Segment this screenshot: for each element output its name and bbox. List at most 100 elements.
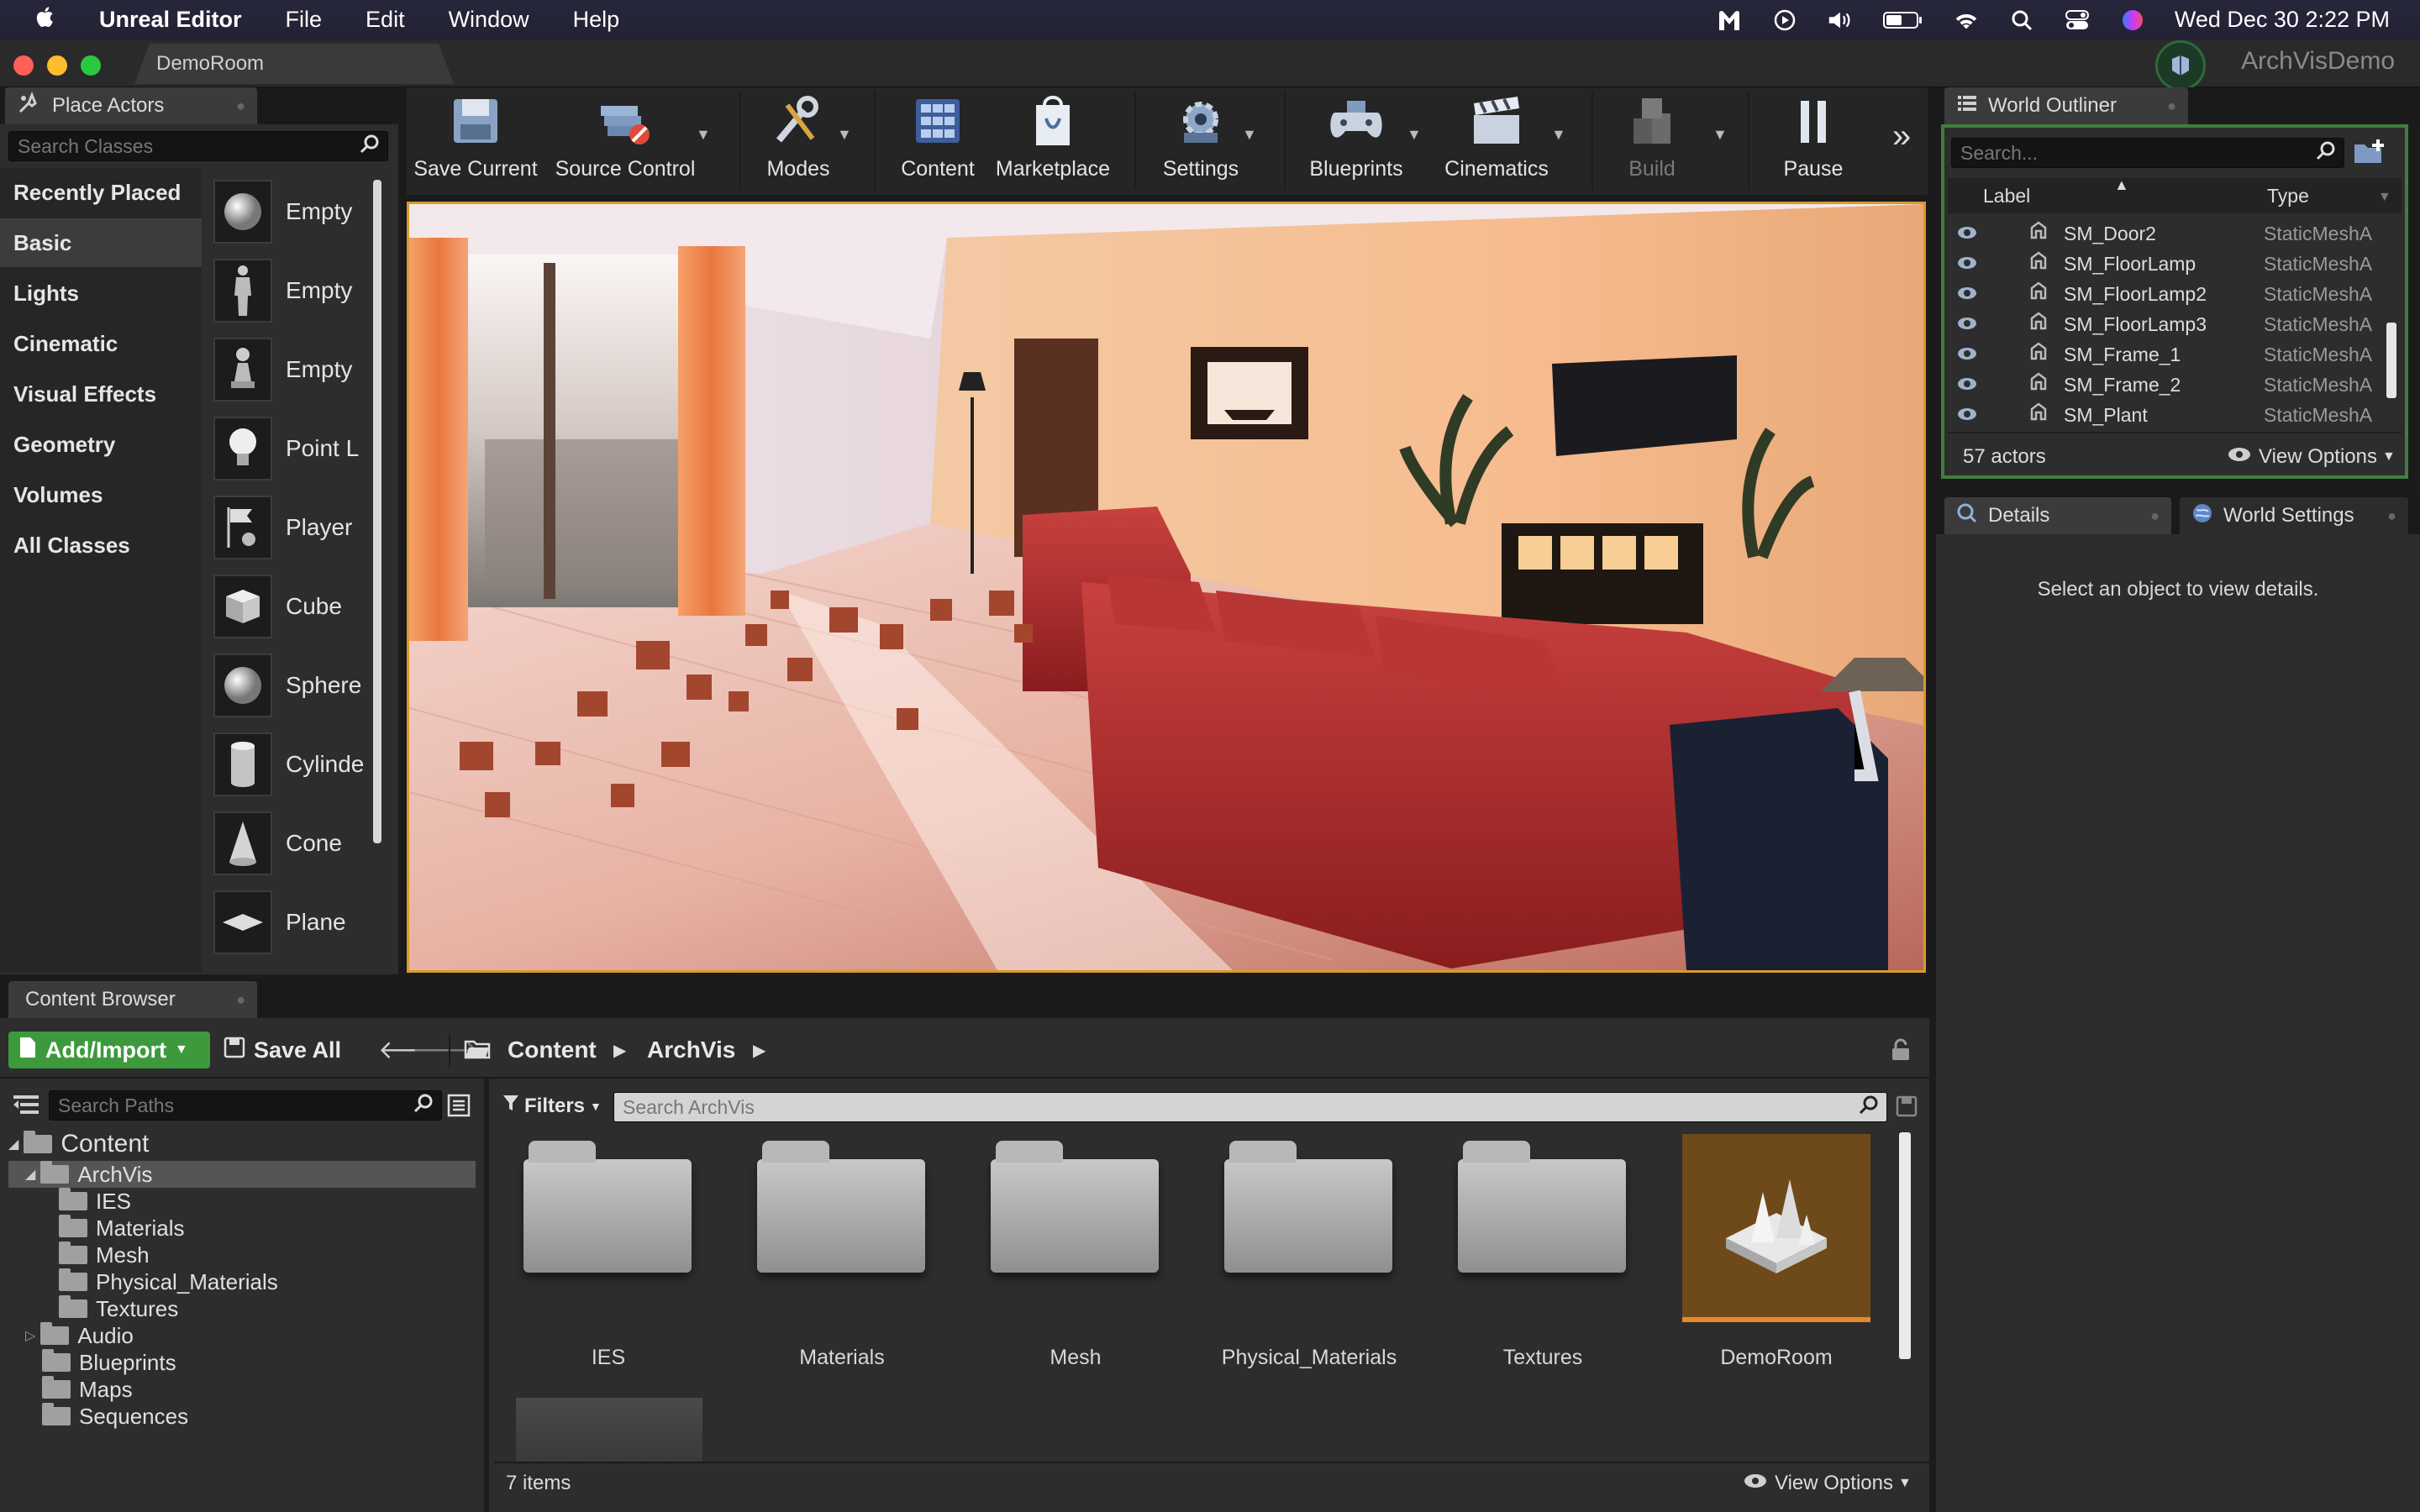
path-view-options-icon[interactable] xyxy=(447,1094,471,1121)
tree-item-ies[interactable]: IES xyxy=(59,1188,131,1215)
menu-help[interactable]: Help xyxy=(551,7,642,33)
content-view-options-button[interactable]: View Options ▼ xyxy=(1743,1472,1912,1495)
apple-icon[interactable] xyxy=(0,4,77,35)
visibility-eye-icon[interactable] xyxy=(1956,344,1978,366)
outliner-row[interactable]: SM_Door2 StaticMeshA xyxy=(1948,218,2402,249)
actors-scrollbar[interactable] xyxy=(373,180,381,843)
tree-item-physical-materials[interactable]: Physical_Materials xyxy=(59,1268,278,1295)
minimize-window-button[interactable] xyxy=(47,55,67,76)
modes-button[interactable]: Modes xyxy=(751,92,845,193)
outliner-view-options-button[interactable]: View Options ▼ xyxy=(2227,445,2396,469)
tree-item-materials[interactable]: Materials xyxy=(59,1215,184,1242)
tree-item-textures[interactable]: Textures xyxy=(59,1295,178,1322)
category-volumes[interactable]: Volumes xyxy=(0,470,202,519)
close-tab-icon[interactable]: ● xyxy=(2387,507,2396,525)
visibility-eye-icon[interactable] xyxy=(1956,404,1978,427)
outliner-row[interactable]: SM_FloorLamp3 StaticMeshA xyxy=(1948,309,2402,339)
type-column-dropdown-icon[interactable]: ▼ xyxy=(2378,190,2391,205)
outliner-row[interactable]: SM_FloorLamp StaticMeshA xyxy=(1948,249,2402,279)
volume-icon[interactable] xyxy=(1827,8,1854,32)
save-current-button[interactable]: Save Current xyxy=(412,92,539,193)
cinematics-button[interactable]: Cinematics xyxy=(1434,92,1560,193)
outliner-row[interactable]: SM_Frame_2 StaticMeshA xyxy=(1948,370,2402,400)
actor-item-player-start[interactable]: Player xyxy=(213,490,373,565)
category-cinematic[interactable]: Cinematic xyxy=(0,319,202,368)
source-control-button[interactable]: Source Control xyxy=(551,92,699,193)
play-circle-icon[interactable] xyxy=(1771,8,1798,32)
wifi-icon[interactable] xyxy=(1953,8,1980,32)
asset-folder-mesh[interactable] xyxy=(986,1134,1163,1294)
asset-tile-partial[interactable] xyxy=(516,1398,702,1462)
close-tab-icon[interactable]: ● xyxy=(2167,97,2176,115)
category-lights[interactable]: Lights xyxy=(0,269,202,318)
actor-item-cube[interactable]: Cube xyxy=(213,569,373,644)
spotlight-search-icon[interactable] xyxy=(2008,8,2035,32)
asset-folder-materials[interactable] xyxy=(753,1134,929,1294)
place-actors-tab[interactable]: Place Actors ● xyxy=(5,87,257,124)
battery-icon[interactable] xyxy=(1882,8,1924,32)
search-classes-input[interactable]: Search Classes xyxy=(8,131,388,161)
zoom-window-button[interactable] xyxy=(81,55,101,76)
outliner-col-label[interactable]: Label xyxy=(1983,185,2030,207)
category-visual-effects[interactable]: Visual Effects xyxy=(0,370,202,418)
splitter[interactable] xyxy=(484,1079,489,1512)
content-browser-tab[interactable]: Content Browser ● xyxy=(8,981,257,1018)
outliner-row[interactable]: SM_Frame_1 StaticMeshA xyxy=(1948,339,2402,370)
visibility-eye-icon[interactable] xyxy=(1956,313,1978,336)
tree-item-mesh[interactable]: Mesh xyxy=(59,1242,150,1268)
breadcrumb-content[interactable]: Content xyxy=(508,1037,597,1063)
asset-folder-physical-materials[interactable] xyxy=(1220,1134,1397,1294)
content-button[interactable]: Content xyxy=(891,92,985,193)
actor-item-sphere[interactable]: Sphere xyxy=(213,648,373,723)
world-settings-tab[interactable]: World Settings ● xyxy=(2180,497,2408,534)
asset-folder-textures[interactable] xyxy=(1454,1134,1630,1294)
blueprints-dropdown-icon[interactable]: ▼ xyxy=(1407,126,1422,144)
actor-item-empty[interactable]: Empty xyxy=(213,174,373,249)
add-folder-icon[interactable] xyxy=(2353,138,2386,171)
tree-item-content[interactable]: ◢ Content xyxy=(8,1130,149,1158)
close-window-button[interactable] xyxy=(13,55,34,76)
tree-item-maps[interactable]: Maps xyxy=(42,1376,133,1403)
build-button[interactable]: Build xyxy=(1610,92,1694,193)
source-control-dropdown-icon[interactable]: ▼ xyxy=(696,126,711,144)
breadcrumb-archvis[interactable]: ArchVis xyxy=(647,1037,735,1063)
asset-folder-ies[interactable] xyxy=(519,1134,696,1294)
actor-item-cone[interactable]: Cone xyxy=(213,806,373,881)
asset-level-demoroom[interactable] xyxy=(1682,1134,1870,1322)
build-dropdown-icon[interactable]: ▼ xyxy=(1712,126,1728,144)
menu-app-name[interactable]: Unreal Editor xyxy=(77,7,264,33)
control-center-icon[interactable] xyxy=(2064,8,2091,32)
actor-item-empty-character[interactable]: Empty xyxy=(213,253,373,328)
sources-toggle-icon[interactable] xyxy=(12,1092,40,1121)
tree-item-audio[interactable]: ▷ Audio xyxy=(25,1322,134,1349)
level-viewport[interactable] xyxy=(407,202,1926,973)
assets-scrollbar[interactable] xyxy=(1899,1132,1911,1359)
close-tab-icon[interactable]: ● xyxy=(236,97,245,115)
visibility-eye-icon[interactable] xyxy=(1956,374,1978,396)
outliner-row[interactable]: SM_FloorLamp2 StaticMeshA xyxy=(1948,279,2402,309)
add-import-button[interactable]: Add/Import ▼ xyxy=(8,1032,210,1068)
world-outliner-tab[interactable]: World Outliner ● xyxy=(1944,87,2188,124)
siri-icon[interactable] xyxy=(2119,8,2146,32)
menu-window[interactable]: Window xyxy=(427,7,551,33)
menubar-clock[interactable]: Wed Dec 30 2:22 PM xyxy=(2175,7,2390,33)
breadcrumb-separator-icon[interactable]: ▶ xyxy=(753,1040,765,1061)
details-tab[interactable]: Details ● xyxy=(1944,497,2171,534)
menu-file[interactable]: File xyxy=(264,7,345,33)
pause-button[interactable]: Pause xyxy=(1771,92,1855,193)
search-paths-input[interactable]: Search Paths xyxy=(49,1090,442,1121)
close-tab-icon[interactable]: ● xyxy=(2150,507,2160,525)
save-all-button[interactable]: Save All xyxy=(224,1032,341,1068)
lock-icon[interactable] xyxy=(1889,1038,1912,1066)
marketplace-button[interactable]: Marketplace xyxy=(990,92,1116,193)
tree-item-blueprints[interactable]: Blueprints xyxy=(42,1349,176,1376)
visibility-eye-icon[interactable] xyxy=(1956,253,1978,276)
visibility-eye-icon[interactable] xyxy=(1956,223,1978,245)
tree-item-archvis[interactable]: ◢ ArchVis xyxy=(25,1161,152,1188)
level-tab[interactable]: DemoRoom xyxy=(134,44,454,84)
save-search-icon[interactable] xyxy=(1896,1095,1918,1121)
filters-button[interactable]: Filters ▼ xyxy=(502,1094,602,1118)
actor-item-empty-pawn[interactable]: Empty xyxy=(213,332,373,407)
category-recently-placed[interactable]: Recently Placed xyxy=(0,168,202,217)
malwarebytes-icon[interactable] xyxy=(1716,8,1743,32)
